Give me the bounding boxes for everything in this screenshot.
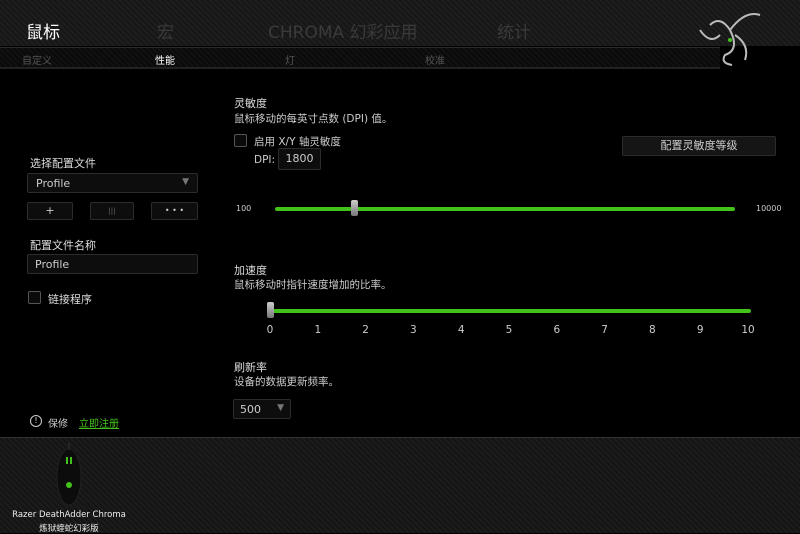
polling-desc: 设备的数据更新频率。 [234,376,339,388]
chevron-down-icon: ▼ [277,403,284,413]
tab-chroma[interactable]: CHROMA 幻彩应用 [268,18,418,43]
subtab-performance[interactable]: 性能 [155,52,175,67]
subtab-calibration[interactable]: 校准 [425,52,445,67]
acceleration-title: 加速度 [234,264,267,277]
dpi-slider-thumb[interactable] [350,200,358,216]
info-icon: ! [30,415,42,427]
warranty-label: 保修 [48,419,68,430]
tab-macro[interactable]: 宏 [157,18,174,43]
dpi-min-label: 100 [236,204,252,213]
configure-stages-button[interactable]: 配置灵敏度等级 [622,136,776,156]
xy-sensitivity-label: 启用 X/Y 轴灵敏度 [254,136,341,148]
subtab-customize[interactable]: 自定义 [22,52,52,67]
profile-name-label: 配置文件名称 [30,239,96,252]
device-name-cn: 炼狱蝰蛇幻彩版 [39,524,99,534]
polling-rate-value: 500 [240,403,261,416]
dpi-slider-track[interactable] [275,207,735,211]
polling-rate-select[interactable]: 500 ▼ [233,399,291,419]
chevron-down-icon: ▼ [182,177,189,187]
xy-sensitivity-checkbox[interactable] [234,134,247,147]
acceleration-tick: 9 [696,324,704,336]
acceleration-slider-track[interactable] [268,309,751,313]
acceleration-tick: 8 [649,324,656,336]
select-profile-label: 选择配置文件 [30,157,96,170]
dpi-max-label: 10000 [756,204,782,213]
register-link[interactable]: 立即注册 [79,415,119,430]
acceleration-desc: 鼠标移动时指针速度增加的比率。 [234,279,392,291]
acceleration-tick: 1 [314,324,322,336]
sensitivity-title: 灵敏度 [234,97,267,110]
acceleration-tick: 4 [457,324,465,336]
dpi-input[interactable]: 1800 [278,148,321,170]
sensitivity-desc: 鼠标移动的每英寸点数 (DPI) 值。 [234,113,393,125]
acceleration-slider-thumb[interactable] [267,302,274,318]
link-program-label: 链接程序 [48,293,92,306]
dpi-label: DPI: [254,154,276,166]
polling-title: 刷新率 [234,361,267,374]
add-profile-button[interactable]: + [27,202,73,220]
subtab-lighting[interactable]: 灯 [285,52,295,67]
device-name: Razer DeathAdder Chroma [12,510,126,520]
tab-mouse[interactable]: 鼠标 [26,18,60,43]
acceleration-tick: 6 [553,324,561,336]
acceleration-tick: 2 [362,324,369,336]
razer-logo-icon [699,13,761,66]
acceleration-tick: 0 [266,324,274,336]
acceleration-tick: 5 [505,324,513,336]
acceleration-tick: 3 [410,324,417,336]
tab-stats[interactable]: 统计 [497,18,531,43]
delete-profile-button[interactable]: ||| [90,202,134,220]
profile-value: Profile [36,177,71,190]
mouse-device-image[interactable] [52,443,86,507]
sub-nav [0,47,720,69]
profile-select[interactable]: Profile ▼ [27,173,198,193]
more-options-button[interactable]: • • • [151,202,198,220]
acceleration-tick: 7 [601,324,608,336]
link-program-checkbox[interactable] [28,291,41,304]
acceleration-tick: 10 [741,324,755,336]
profile-name-input[interactable]: Profile [27,254,198,274]
